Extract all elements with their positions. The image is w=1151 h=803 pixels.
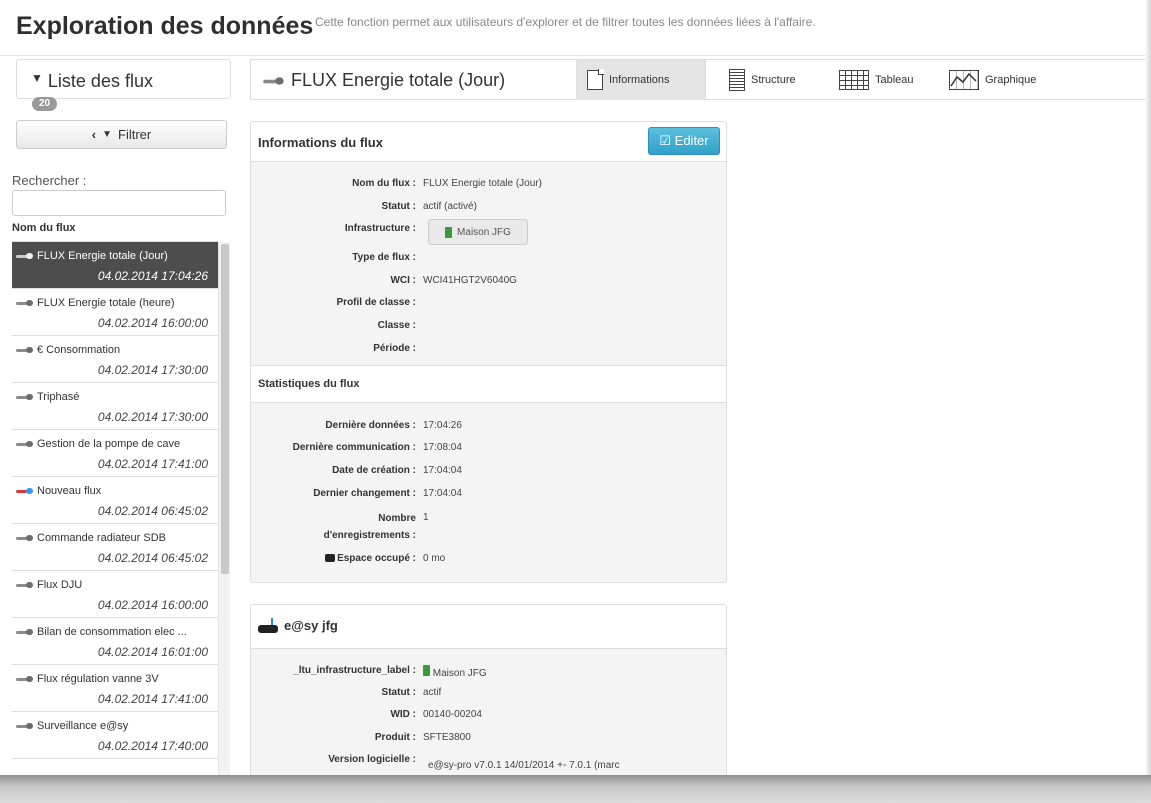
flux-list-scrollbar[interactable] [218,242,230,775]
router-icon [258,617,278,633]
search-input[interactable] [12,190,226,216]
flux-icon [16,440,34,448]
tab-graphique[interactable]: Graphique [939,60,1046,100]
document-icon [587,69,604,90]
chart-icon [949,70,979,90]
list-item[interactable]: Surveillance e@sy 04.02.2014 17:40:00 [12,712,218,759]
list-item[interactable]: Bilan de consommation elec ... 04.02.201… [12,618,218,665]
house-icon [445,226,453,238]
filter-button[interactable]: ‹ ▼ Filtrer [16,120,227,149]
list-item[interactable]: Gestion de la pompe de cave 04.02.2014 1… [12,430,218,477]
infrastructure-button[interactable]: Maison JFG [428,219,528,245]
list-item[interactable]: € Consommation 04.02.2014 17:30:00 [12,336,218,383]
selected-flux-title: FLUX Energie totale (Jour) [291,70,506,90]
scrollbar-thumb[interactable] [221,244,229,574]
column-header-flux-name[interactable]: Nom du flux [12,222,76,234]
flux-icon [263,76,285,86]
house-icon [423,665,430,676]
new-flux-icon [16,487,34,495]
list-item[interactable]: Flux DJU 04.02.2014 16:00:00 [12,571,218,618]
tab-structure[interactable]: Structure [719,60,806,100]
disk-icon [325,554,336,562]
table-icon [839,70,869,90]
list-item[interactable]: Flux régulation vanne 3V 04.02.2014 17:4… [12,665,218,712]
page-header: Exploration des données Cette fonction p… [0,0,1151,56]
filter-button-label: Filtrer [118,127,152,142]
tab-informations[interactable]: Informations [576,60,706,100]
flux-icon [16,722,34,730]
filter-icon: ▼ [102,129,113,140]
list-item[interactable]: FLUX Energie totale (Jour) 04.02.2014 17… [12,242,218,289]
flux-tabbar: FLUX Energie totale (Jour) Informations … [250,59,1151,100]
list-item[interactable]: Nouveau flux 04.02.2014 06:45:02 [12,477,218,524]
page-title: Exploration des données [16,12,314,40]
page-description: Cette fonction permet aux utilisateurs d… [315,15,816,29]
list-item[interactable]: Triphasé 04.02.2014 17:30:00 [12,383,218,430]
edit-button[interactable]: ☑ Editer [648,127,720,155]
stats-title: Statistiques du flux [258,378,360,390]
flux-icon [16,346,34,354]
device-title: e@sy jfg [284,618,338,633]
device-panel: e@sy jfg _ltu_infrastructure_label : Mai… [250,604,727,784]
edit-icon: ☑ [659,133,672,148]
flux-icon [16,675,34,683]
window-edge [1145,0,1151,780]
flux-icon [16,393,34,401]
flux-sidebar: ▼ Liste des flux 20 ‹ ▼ Filtrer Recherch… [0,59,242,775]
filter-icon: ▼ [31,71,43,85]
flux-count-badge: 20 [32,97,58,111]
list-item[interactable]: FLUX Energie totale (heure) 04.02.2014 1… [12,289,218,336]
panel-title: Informations du flux [258,135,383,150]
flux-list-header: ▼ Liste des flux [16,59,231,99]
flux-list: FLUX Energie totale (Jour) 04.02.2014 17… [12,241,218,775]
flux-icon [16,252,34,260]
flux-info-panel: Informations du flux ☑ Editer Nom du flu… [250,121,727,583]
flux-icon [16,628,34,636]
chevron-left-icon: ‹ [91,127,97,142]
flux-list-title: Liste des flux [47,71,153,91]
flux-icon [16,299,34,307]
lines-icon [729,69,745,91]
search-label: Rechercher : [12,173,87,188]
flux-icon [16,534,34,542]
list-item[interactable]: Commande radiateur SDB 04.02.2014 06:45:… [12,524,218,571]
tab-tableau[interactable]: Tableau [829,60,924,100]
window-bottom-edge [0,775,1151,803]
flux-icon [16,581,34,589]
